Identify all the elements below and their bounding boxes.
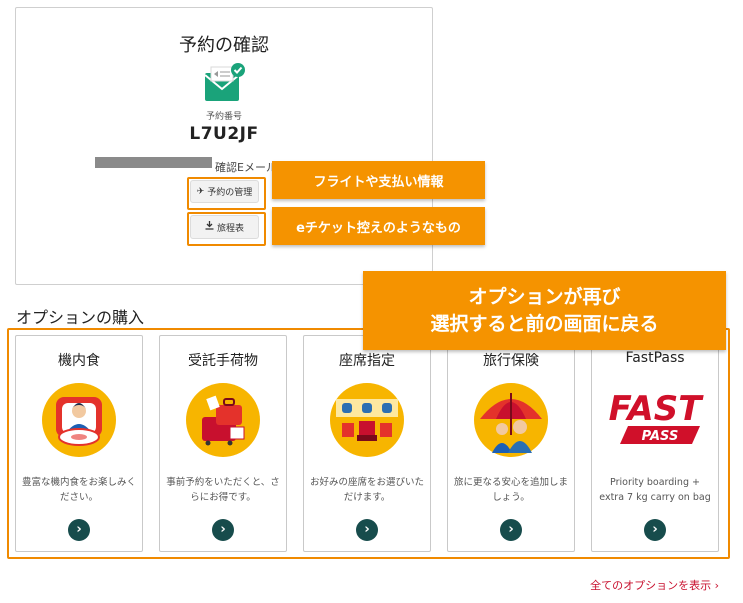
insurance-icon [474,383,548,457]
option-name: 機内食 [58,353,100,369]
chevron-right-icon: › [714,579,719,592]
option-desc: Priority boarding + extra 7 kg carry on … [599,477,711,503]
option-desc: 事前予約をいただくと、さらにお得です。 [166,477,280,503]
options-section-title: オプションの購入 [16,308,145,327]
option-arrow-button[interactable]: › [500,519,522,541]
callout-itinerary-note: eチケット控えのようなもの [272,207,485,245]
option-arrow-button[interactable]: › [644,519,666,541]
confirmation-email-text: 確認Eメール [215,161,277,174]
option-card-seat[interactable]: 座席指定 お好みの座席をお選びいただけます。 › [303,335,431,552]
manage-booking-button[interactable]: ✈ 予約の管理 [190,180,259,203]
manage-booking-label: 予約の管理 [207,188,253,198]
option-card-insurance[interactable]: 旅行保険 旅に更なる安心を追加しましょう。 › [447,335,575,552]
show-all-options-link[interactable]: 全てのオプションを表示 › [590,577,719,593]
option-desc: 豊富な機内食をお楽しみください。 [22,477,137,503]
airplane-icon: ✈ [196,186,205,197]
itinerary-label: 旅程表 [216,223,244,234]
show-all-options-label: 全てのオプションを表示 [590,579,712,592]
redacted-email [95,157,212,168]
seat-icon [330,383,404,457]
option-card-fastpass[interactable]: FastPass FAST PASS Priority boarding + e… [591,335,719,552]
meal-icon [42,383,116,457]
booking-number-label: 予約番号 [205,112,242,122]
page-title: 予約の確認 [179,35,269,56]
option-card-baggage[interactable]: 受託手荷物 事前予約をいただくと、さらにお得です。 › [159,335,287,552]
option-desc: 旅に更なる安心を追加しましょう。 [454,477,569,503]
callout-options-line2: 選択すると前の画面に戻る [430,312,659,335]
fastpass-logo-top: FAST [609,389,705,429]
email-confirmed-icon [204,61,248,109]
fastpass-logo: FAST PASS [600,388,710,454]
option-name: 旅行保険 [483,353,539,369]
option-name: FastPass [625,350,685,366]
option-desc: お好みの座席をお選びいただけます。 [310,477,425,503]
callout-options-line1: オプションが再び [468,285,621,308]
callout-manage-note: フライトや支払い情報 [272,161,485,199]
option-card-meal[interactable]: 機内食 豊富な機内食をお楽しみください。 › [15,335,143,552]
itinerary-button[interactable]: 旅程表 [190,215,259,239]
callout-options-note: オプションが再び 選択すると前の画面に戻る [363,271,726,350]
option-arrow-button[interactable]: › [356,519,378,541]
option-name: 座席指定 [339,353,395,369]
baggage-icon [186,383,260,457]
option-arrow-button[interactable]: › [68,519,90,541]
booking-number: L7U2JF [189,124,259,144]
option-name: 受託手荷物 [188,353,258,369]
download-icon [205,221,214,233]
option-arrow-button[interactable]: › [212,519,234,541]
fastpass-logo-bottom: PASS [642,429,679,444]
